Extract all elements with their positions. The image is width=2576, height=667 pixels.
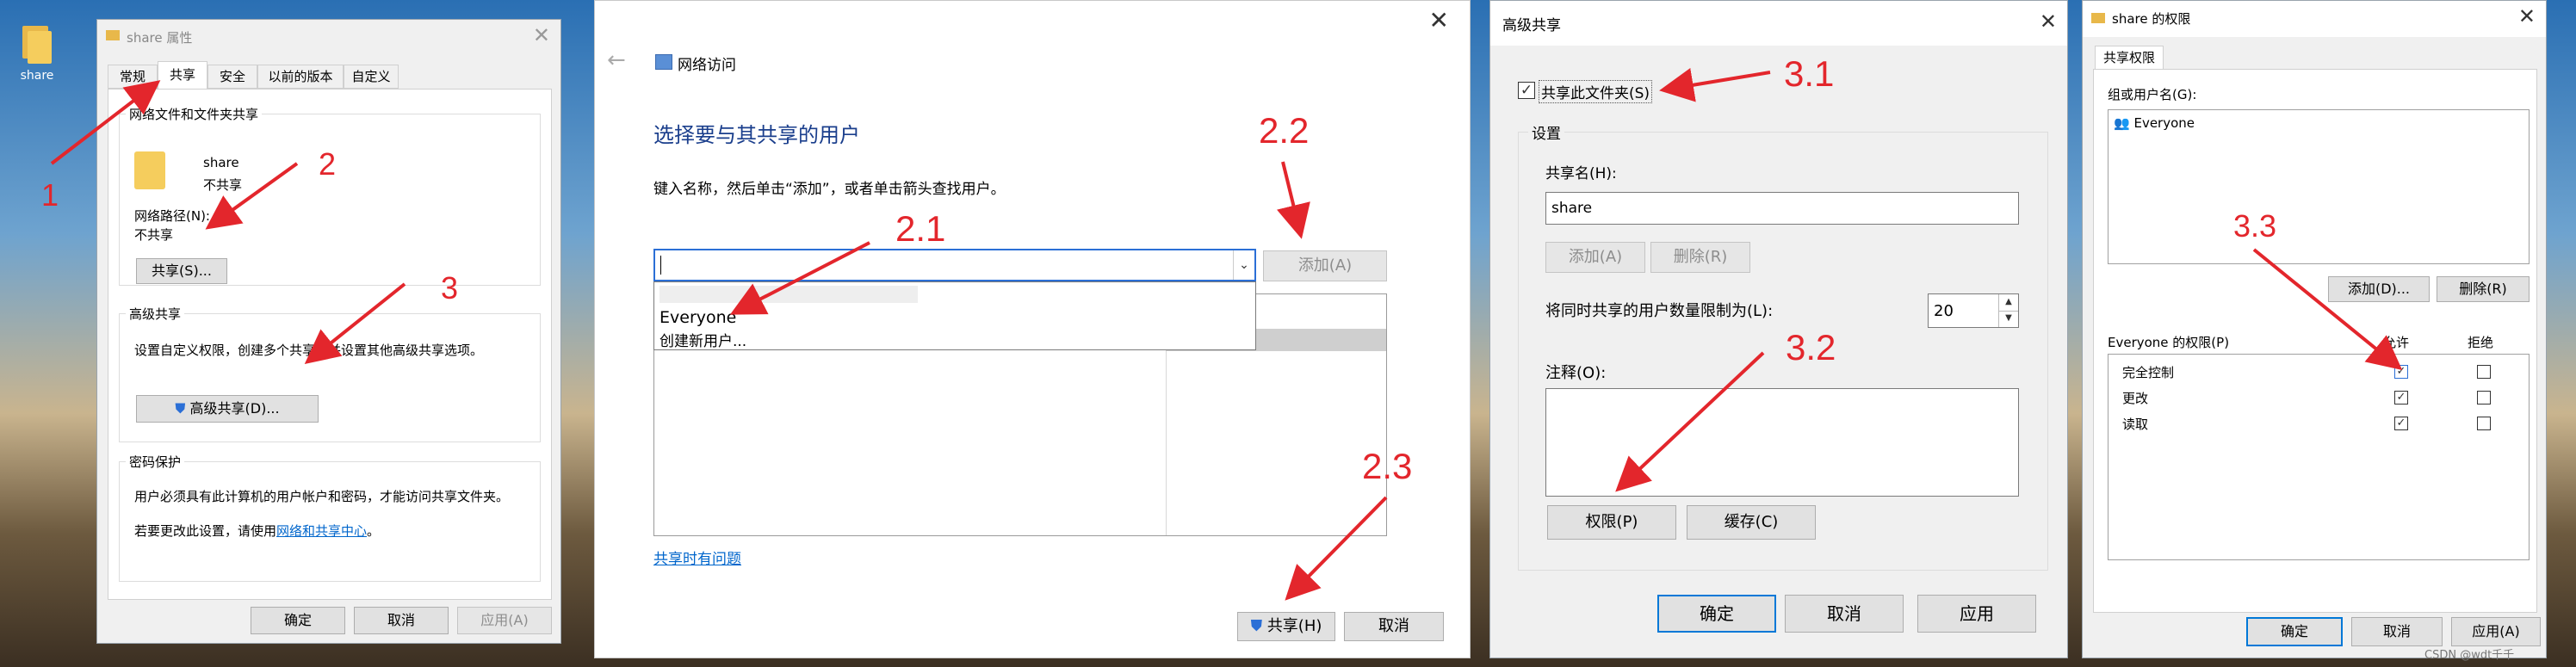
arrow-3-1 (1659, 68, 1771, 102)
arrow-3 (304, 282, 406, 364)
arrow-3-3 (2252, 248, 2403, 371)
arrow-2-2 (1276, 161, 1310, 239)
arrow-1 (50, 80, 161, 165)
annotation-arrows (50, 68, 2403, 601)
annotation-label-3-1: 3.1 (1784, 53, 1835, 94)
annotation-label-2-1: 2.1 (895, 208, 946, 249)
arrow-2-3 (1285, 496, 1388, 601)
arrow-2-1 (729, 241, 870, 315)
arrow-2 (205, 162, 299, 230)
arrow-3-2 (1615, 351, 1765, 492)
annotation-label-3: 3 (441, 270, 459, 306)
annotation-label-3-2: 3.2 (1786, 327, 1836, 367)
annotation-label-3-3: 3.3 (2233, 208, 2277, 244)
annotation-label-2: 2 (319, 146, 337, 182)
annotation-label-2-3: 2.3 (1362, 446, 1413, 486)
annotation-label-1: 1 (41, 177, 59, 213)
annotation-label-2-2: 2.2 (1259, 110, 1310, 151)
